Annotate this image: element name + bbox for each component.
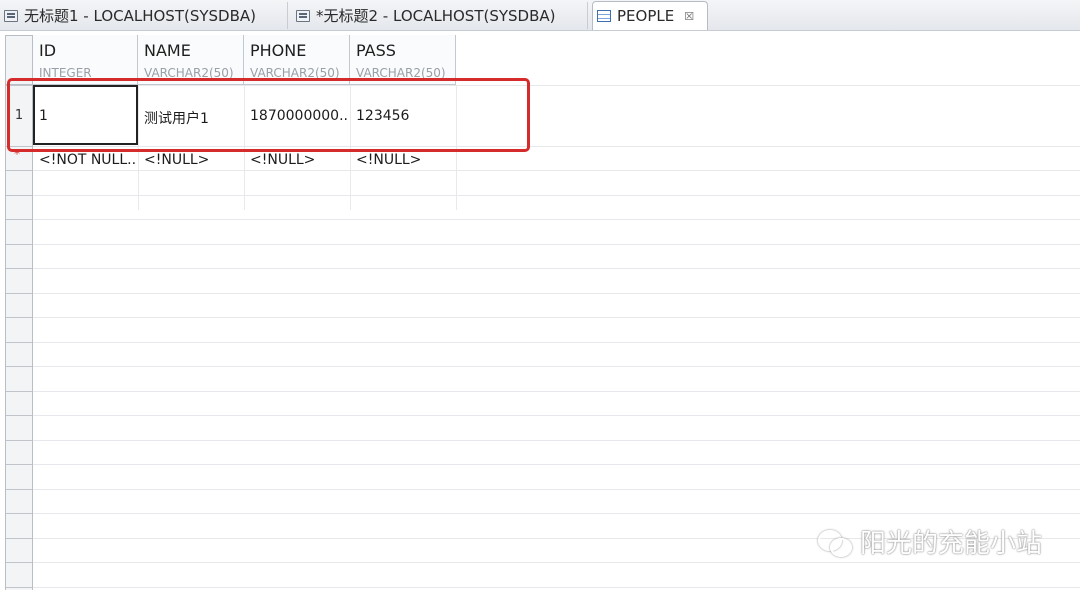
tab-label: PEOPLE xyxy=(617,7,675,25)
watermark-text: 阳光的充能小站 xyxy=(860,529,1043,559)
row-header-line xyxy=(6,440,32,441)
grid-row-line xyxy=(33,342,1080,343)
table-icon xyxy=(597,10,611,22)
grid-row-line xyxy=(33,268,1080,269)
row-header-line xyxy=(6,489,32,490)
row-header-line xyxy=(6,587,32,588)
row-header-line xyxy=(6,538,32,539)
grid-row-line xyxy=(33,464,1080,465)
sql-editor-icon xyxy=(296,9,310,22)
grid-row-line xyxy=(33,489,1080,490)
row-header-line xyxy=(6,170,32,171)
row-header-line xyxy=(6,513,32,514)
row-header-line xyxy=(6,268,32,269)
watermark: 阳光的充能小站 xyxy=(818,523,1042,560)
grid-row-line xyxy=(33,195,1080,196)
new-cell-id[interactable]: <!NOT NULL.. xyxy=(33,152,138,168)
grid-row-line xyxy=(33,440,1080,441)
close-icon[interactable]: ☒ xyxy=(684,10,694,23)
row-header-line xyxy=(6,317,32,318)
column-name: NAME xyxy=(144,41,191,60)
new-cell-phone[interactable]: <!NULL> xyxy=(244,152,350,168)
grid-row-line xyxy=(33,587,1080,588)
row-header-line xyxy=(6,366,32,367)
grid-row-line xyxy=(33,317,1080,318)
column-name: ID xyxy=(39,41,57,60)
tab-untitled-1[interactable]: 无标题1 - LOCALHOST(SYSDBA) xyxy=(0,2,288,29)
new-cell-pass[interactable]: <!NULL> xyxy=(350,152,456,168)
row-header-line xyxy=(6,464,32,465)
row-header-line xyxy=(6,415,32,416)
tab-label: 无标题1 - LOCALHOST(SYSDBA) xyxy=(24,7,256,25)
row-header-line xyxy=(6,342,32,343)
tab-label: *无标题2 - LOCALHOST(SYSDBA) xyxy=(316,7,556,25)
grid-row-line xyxy=(33,391,1080,392)
tab-untitled-2[interactable]: *无标题2 - LOCALHOST(SYSDBA) xyxy=(292,2,588,29)
row-header-line xyxy=(6,562,32,563)
grid-row-line xyxy=(33,219,1080,220)
tab-people[interactable]: PEOPLE ☒ xyxy=(592,1,708,30)
column-name: PHONE xyxy=(250,41,307,60)
grid-row-line xyxy=(33,293,1080,294)
grid-row-line xyxy=(33,415,1080,416)
row-header-line xyxy=(6,391,32,392)
sql-editor-icon xyxy=(4,9,18,22)
row-header-line xyxy=(6,219,32,220)
wechat-icon xyxy=(818,528,852,557)
grid-row-line xyxy=(33,244,1080,245)
grid-row-line xyxy=(33,170,1080,171)
column-name: PASS xyxy=(356,41,396,60)
grid-row-line xyxy=(33,366,1080,367)
new-cell-name[interactable]: <!NULL> xyxy=(138,152,244,168)
data-grid: ID INTEGER NAME VARCHAR2(50) PHONE VARCH… xyxy=(0,31,1080,590)
row-header-line xyxy=(6,293,32,294)
row-header-line xyxy=(6,244,32,245)
grid-row-line xyxy=(33,513,1080,514)
editor-tab-bar: 无标题1 - LOCALHOST(SYSDBA) *无标题2 - LOCALHO… xyxy=(0,0,1080,31)
row-header-line xyxy=(6,195,32,196)
grid-row-line xyxy=(33,562,1080,563)
highlight-annotation xyxy=(7,78,530,152)
